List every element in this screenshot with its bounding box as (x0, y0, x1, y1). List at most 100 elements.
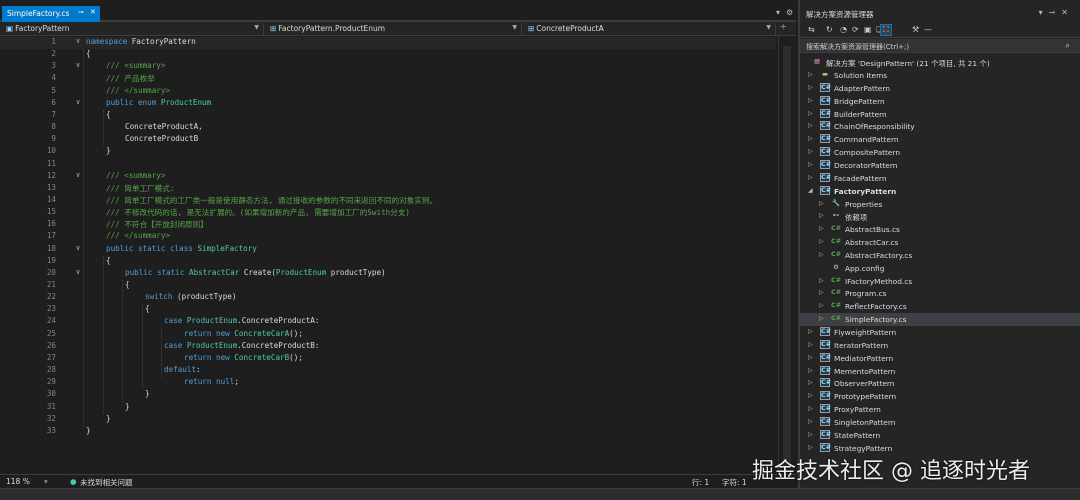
code-line[interactable]: 3 ∨ /// <summary> (0, 61, 776, 73)
history-icon[interactable]: ↻ (826, 25, 833, 34)
project-node[interactable]: ▷ C# StatePattern (800, 429, 1080, 442)
sync-icon[interactable]: ⇆ (808, 25, 815, 34)
code-line[interactable]: 14 /// 简单工厂模式的工厂类一般是使用静态方法, 通过接收的参数的不同来返回… (0, 195, 776, 207)
collapse-all-icon[interactable]: ▣ (864, 25, 872, 34)
pin-icon[interactable]: ⊸ (1049, 8, 1062, 17)
collapsed-arrow-icon[interactable]: ▷ (808, 84, 813, 91)
file-node[interactable]: ⚙ App.config (800, 262, 1080, 275)
collapsed-arrow-icon[interactable]: ▷ (819, 238, 824, 245)
collapsed-arrow-icon[interactable]: ▷ (808, 392, 813, 399)
type-combo[interactable]: ⊞ FactoryPattern.ProductEnum ▼ (266, 23, 522, 35)
code-line[interactable]: 15 /// 不修改代码的话, 是无法扩展的。(如果增加新的产品, 需要增加工厂的… (0, 207, 776, 219)
issues-status[interactable]: 未找到相关问题 (80, 477, 133, 488)
code-line[interactable]: 6 ∨ public enum ProductEnum (0, 98, 776, 110)
expanded-arrow-icon[interactable]: ◢ (808, 187, 813, 194)
code-line[interactable]: 13 /// 简单工厂模式: (0, 183, 776, 195)
code-line[interactable]: 30} (0, 389, 776, 401)
collapsed-arrow-icon[interactable]: ▷ (819, 289, 824, 296)
gear-icon[interactable]: ⚙ (786, 8, 793, 17)
close-icon[interactable]: ✕ (1061, 8, 1074, 17)
code-line[interactable]: 27 return new ConcreteCarB(); (0, 353, 776, 365)
collapsed-arrow-icon[interactable]: ▷ (808, 444, 813, 451)
code-line[interactable]: 16 /// 不符合【开放封闭原则】 (0, 219, 776, 231)
project-node[interactable]: ▷ C# IteratorPattern (800, 339, 1080, 352)
project-node[interactable]: ▷ C# SingletonPattern (800, 416, 1080, 429)
file-node[interactable]: ▷ ⊷ 依赖项 (800, 210, 1080, 223)
collapsed-arrow-icon[interactable]: ▷ (808, 161, 813, 168)
collapsed-arrow-icon[interactable]: ▷ (808, 328, 813, 335)
project-combo[interactable]: ▣ FactoryPattern ▼ (2, 23, 264, 35)
collapsed-arrow-icon[interactable]: ▷ (819, 200, 824, 207)
fold-toggle-icon[interactable]: ∨ (76, 98, 80, 106)
refresh-icon[interactable]: ⟳ (852, 25, 859, 34)
collapsed-arrow-icon[interactable]: ▷ (819, 277, 824, 284)
collapsed-arrow-icon[interactable]: ▷ (808, 431, 813, 438)
fold-toggle-icon[interactable]: ∨ (76, 37, 80, 45)
code-line[interactable]: 24 case ProductEnum.ConcreteProductA: (0, 316, 776, 328)
project-node[interactable]: ▷ ▬ Solution Items (800, 69, 1080, 82)
collapsed-arrow-icon[interactable]: ▷ (819, 315, 824, 322)
project-node[interactable]: ▷ C# FacadePattern (800, 172, 1080, 185)
collapsed-arrow-icon[interactable]: ▷ (819, 225, 824, 232)
code-line[interactable]: 22 switch (productType) (0, 292, 776, 304)
project-node[interactable]: ▷ C# FlyweightPattern (800, 326, 1080, 339)
code-line[interactable]: 11 (0, 159, 776, 171)
collapsed-arrow-icon[interactable]: ▷ (808, 405, 813, 412)
fold-toggle-icon[interactable]: ∨ (76, 244, 80, 252)
code-line[interactable]: 4 /// 产品枚举 (0, 73, 776, 85)
code-line[interactable]: 33} (0, 426, 776, 438)
collapsed-arrow-icon[interactable]: ▷ (808, 341, 813, 348)
fold-toggle-icon[interactable]: ∨ (76, 268, 80, 276)
member-combo[interactable]: ⊞ ConcreteProductA ▼ (524, 23, 776, 35)
search-icon[interactable]: ⌕ (1066, 41, 1070, 51)
code-line[interactable]: 20 ∨ public static AbstractCar Create(Prod… (0, 268, 776, 280)
fold-toggle-icon[interactable]: ∨ (76, 171, 80, 179)
close-icon[interactable]: ✕ (90, 8, 96, 16)
collapsed-arrow-icon[interactable]: ▷ (808, 97, 813, 104)
code-editor[interactable]: SimpleFactory.cs ⊸ ✕ ▾ ⚙ ▣ FactoryPattern… (0, 0, 796, 500)
collapsed-arrow-icon[interactable]: ▷ (808, 71, 813, 78)
split-icon[interactable]: ÷ (780, 22, 787, 31)
collapsed-arrow-icon[interactable]: ▷ (808, 148, 813, 155)
code-line[interactable]: 31} (0, 402, 776, 414)
pending-changes-icon[interactable]: ◔ (840, 25, 847, 34)
collapsed-arrow-icon[interactable]: ▷ (808, 379, 813, 386)
project-node[interactable]: ▷ C# ChainOfResponsibility (800, 120, 1080, 133)
document-tab-simplefactory[interactable]: SimpleFactory.cs ⊸ ✕ (2, 6, 100, 22)
file-node[interactable]: ▷ C# AbstractBus.cs (800, 223, 1080, 236)
collapsed-arrow-icon[interactable]: ▷ (808, 367, 813, 374)
collapsed-arrow-icon[interactable]: ▷ (819, 251, 824, 258)
file-node[interactable]: ▷ C# SimpleFactory.cs (800, 313, 1080, 327)
code-line[interactable]: 7{ (0, 110, 776, 122)
project-node[interactable]: ▷ C# BuilderPattern (800, 108, 1080, 121)
code-line[interactable]: 21 { (0, 280, 776, 292)
project-node[interactable]: ▷ C# AdapterPattern (800, 82, 1080, 95)
file-node[interactable]: ▷ C# ReflectFactory.cs (800, 300, 1080, 313)
collapsed-arrow-icon[interactable]: ▷ (808, 174, 813, 181)
code-line[interactable]: 29 return null; (0, 377, 776, 389)
file-node[interactable]: ▷ C# AbstractFactory.cs (800, 249, 1080, 262)
code-line[interactable]: 1 ∨ namespace FactoryPattern (0, 37, 776, 49)
code-line[interactable]: 25 return new ConcreteCarA(); (0, 329, 776, 341)
project-node[interactable]: ▷ C# BridgePattern (800, 95, 1080, 108)
collapsed-arrow-icon[interactable]: ▷ (808, 122, 813, 129)
project-node[interactable]: ▷ C# DecoratorPattern (800, 159, 1080, 172)
code-line[interactable]: 10} (0, 146, 776, 158)
code-line[interactable]: 5 /// </summary> (0, 86, 776, 98)
project-node[interactable]: ▷ C# CompositePattern (800, 146, 1080, 159)
code-line[interactable]: 23 { (0, 304, 776, 316)
project-node[interactable]: ▷ C# PrototypePattern (800, 390, 1080, 403)
code-line[interactable]: 28 default: (0, 365, 776, 377)
project-node[interactable]: ▷ C# ObserverPattern (800, 377, 1080, 390)
dash-icon[interactable]: — (924, 25, 932, 34)
code-area[interactable]: 1 ∨ namespace FactoryPattern 2{3 ∨/// <summa… (0, 36, 776, 476)
collapsed-arrow-icon[interactable]: ▷ (808, 135, 813, 142)
pin-icon[interactable]: ⊸ (78, 8, 84, 16)
code-line[interactable]: 19 { (0, 256, 776, 268)
search-input[interactable]: 搜索解决方案资源管理器(Ctrl+;) (806, 42, 909, 52)
project-node[interactable]: ▷ C# MementoPattern (800, 365, 1080, 378)
code-line[interactable]: 26 case ProductEnum.ConcreteProductB: (0, 341, 776, 353)
file-node[interactable]: ▷ 🔧 Properties (800, 198, 1080, 211)
scrollbar-thumb[interactable] (783, 46, 791, 466)
code-line[interactable]: 18 ∨ public static class SimpleFactory (0, 244, 776, 256)
